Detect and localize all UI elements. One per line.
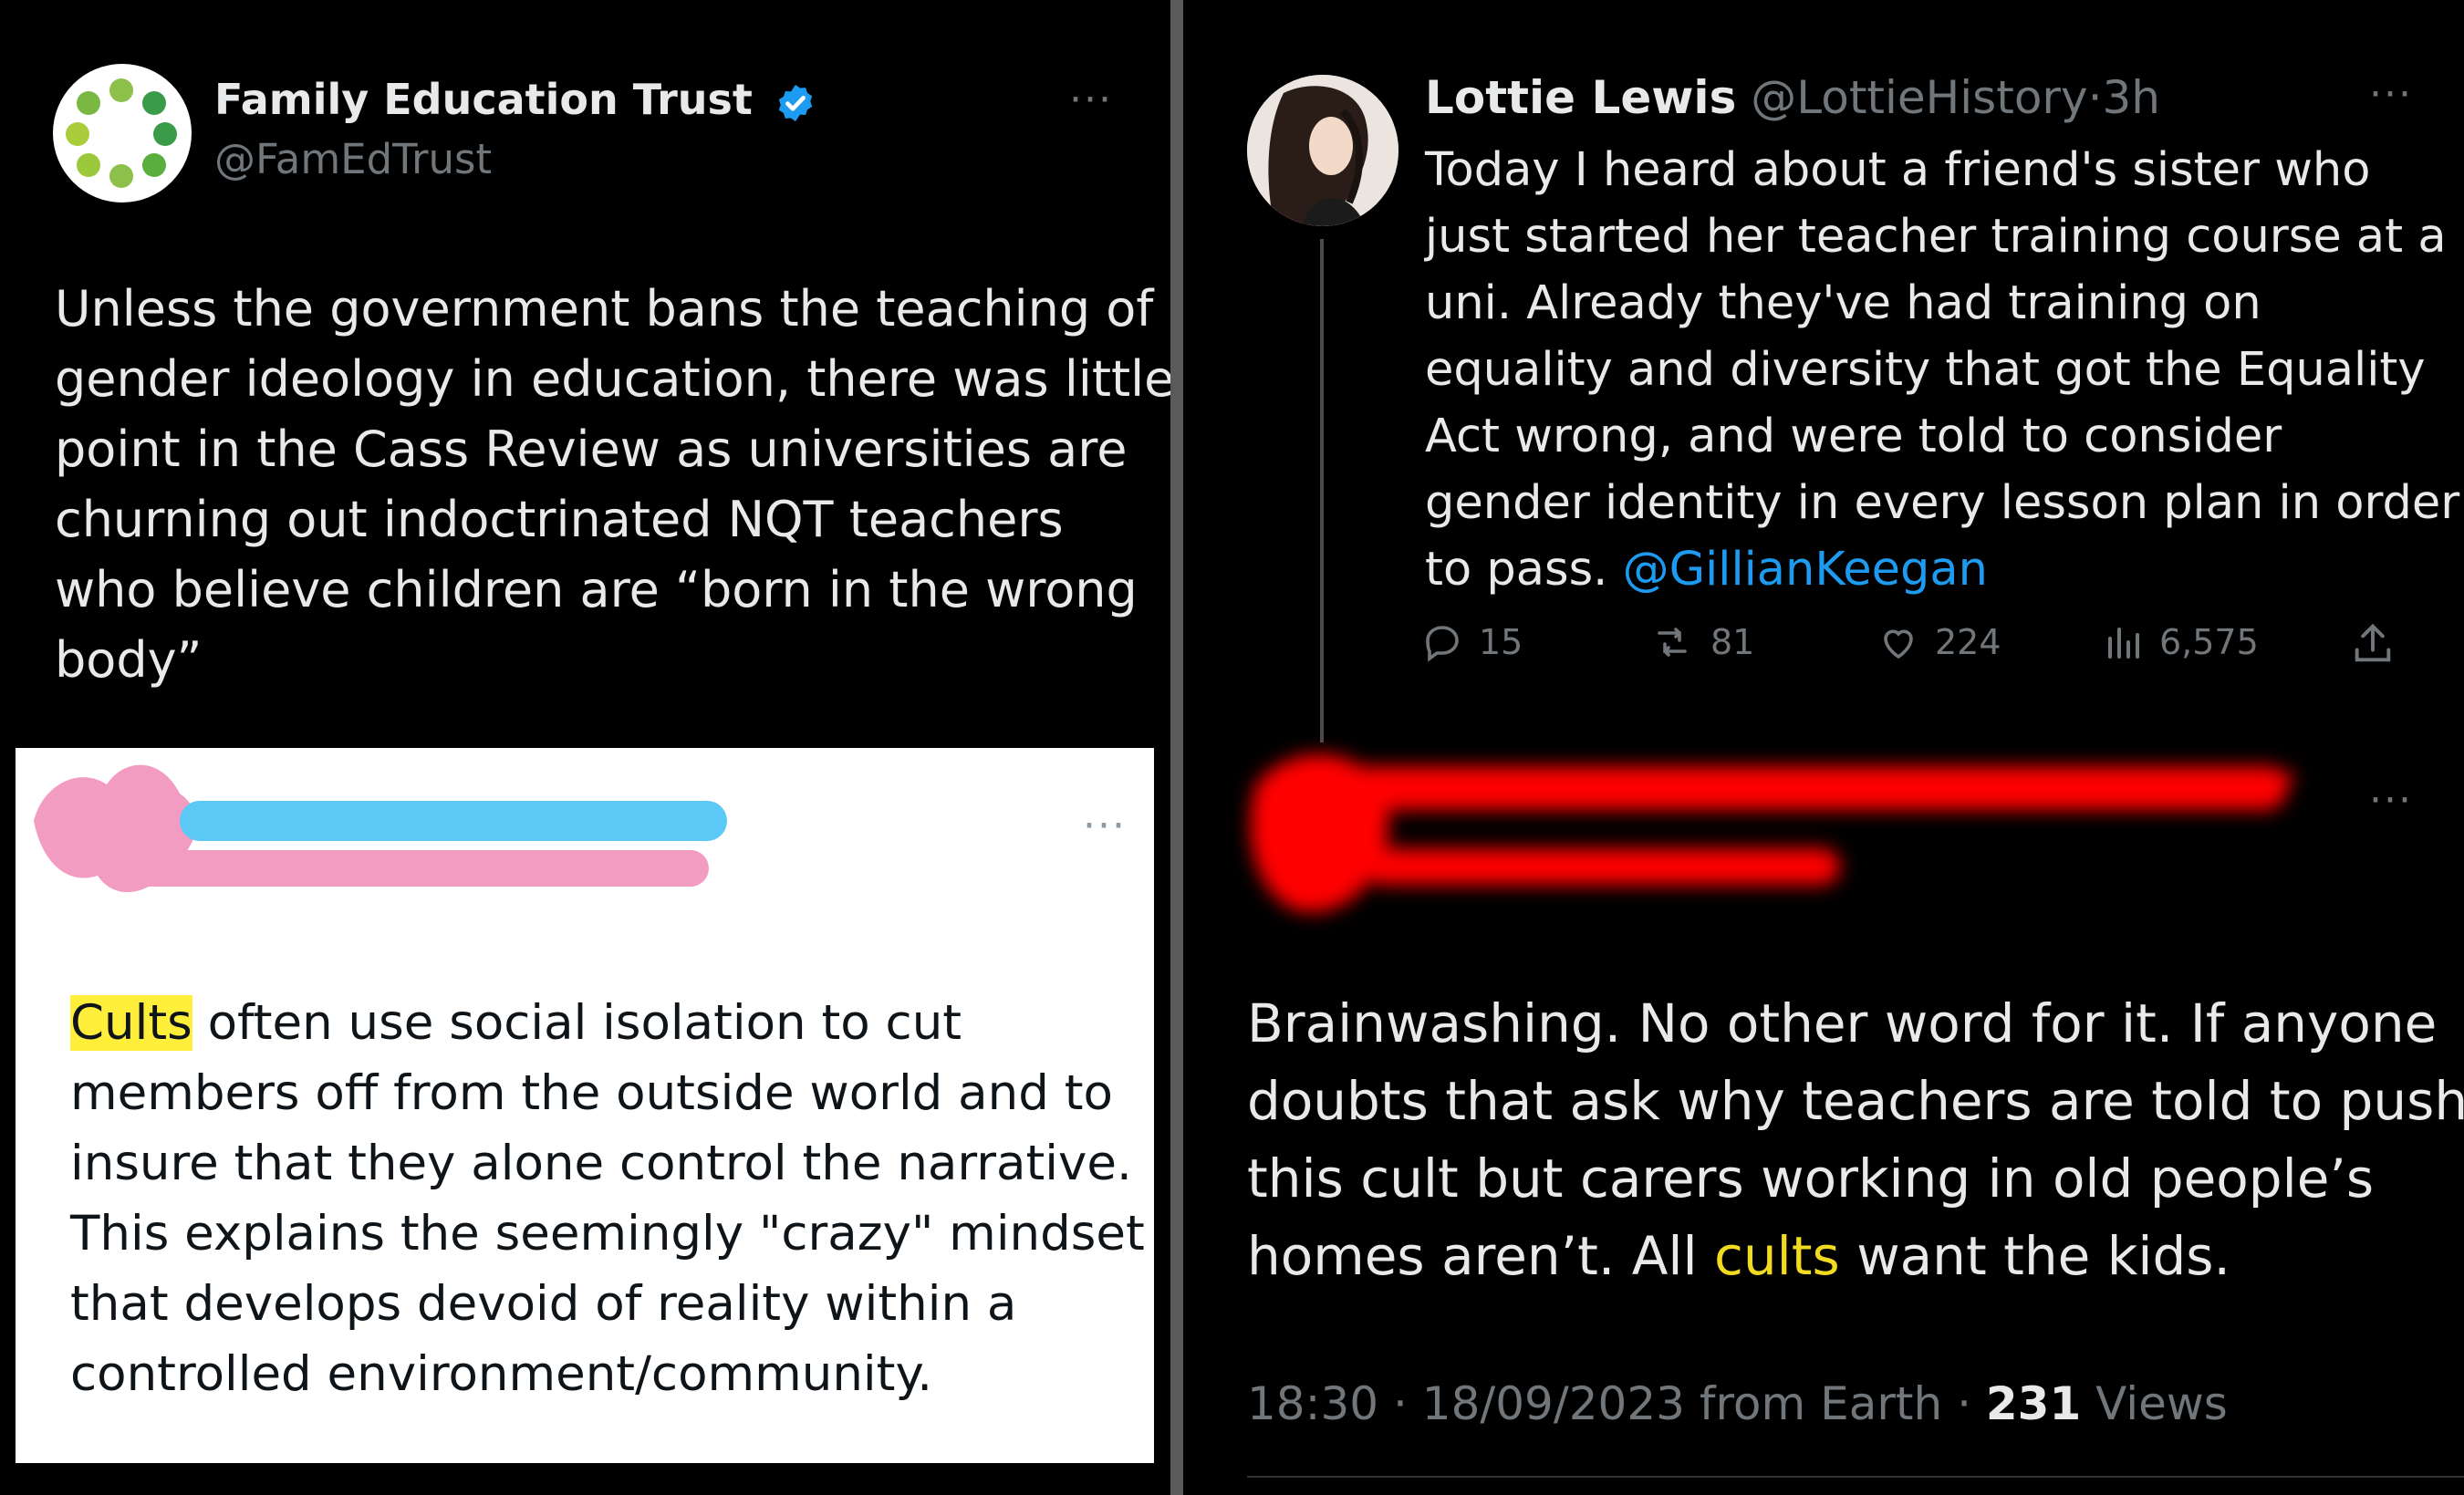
- share-button[interactable]: [2349, 620, 2396, 668]
- view-count: 6,575: [2159, 622, 2259, 662]
- quoted-line: insure that they alone control the narra…: [70, 1136, 1132, 1191]
- logo-dot: [77, 153, 100, 177]
- scribbled-avatar-redaction: [34, 764, 727, 893]
- tweet-line: point in the Cass Review as universities…: [55, 420, 1128, 478]
- reply-line-suffix: want the kids.: [1839, 1225, 2230, 1287]
- like-count: 224: [1935, 622, 2001, 662]
- tweet-line: who believe children are “born in the wr…: [55, 561, 1138, 618]
- reply-button[interactable]: 15: [1419, 620, 1523, 664]
- reply-body: Brainwashing. No other word for it. If a…: [1247, 985, 2464, 1295]
- author-name-text: Family Education Trust: [214, 75, 753, 124]
- views-label: Views: [2081, 1377, 2228, 1430]
- author-name[interactable]: Family Education Trust: [214, 75, 816, 124]
- reply-line: this cult but carers working in old peop…: [1247, 1147, 2375, 1209]
- logo-dot: [153, 122, 177, 146]
- quoted-line: controlled environment/community.: [70, 1346, 933, 1402]
- tweet-line: churning out indoctrinated NQT teachers: [55, 491, 1064, 548]
- quoted-line-rest: often use social isolation to cut: [192, 995, 962, 1051]
- portrait-illustration-icon: [1247, 75, 1398, 226]
- verified-badge-icon: [778, 84, 813, 121]
- tweet-line: body”: [55, 631, 203, 689]
- tweet-body: Unless the government bans the teaching …: [55, 274, 1170, 695]
- share-icon: [2355, 623, 2391, 662]
- lottie-lewis-avatar[interactable]: [1247, 75, 1398, 226]
- tweet-line: Act wrong, and were told to consider: [1425, 410, 2282, 463]
- panel-divider: [1170, 0, 1183, 1495]
- quoted-line: that develops devoid of reality within a: [70, 1276, 1017, 1332]
- footer-divider: [1247, 1476, 2464, 1478]
- tweet-line-prefix: to pass.: [1425, 543, 1623, 597]
- more-options-icon[interactable]: ···: [1083, 803, 1127, 849]
- author-handle[interactable]: @FamEdTrust: [214, 135, 492, 183]
- quoted-text: Cults often use social isolation to cut …: [70, 988, 1145, 1409]
- tweet-line: gender ideology in education, there was …: [55, 350, 1170, 408]
- logo-dot: [142, 153, 166, 177]
- tweet-footer-meta: 18:30 · 18/09/2023 from Earth · 231 View…: [1247, 1377, 2228, 1430]
- logo-dot: [142, 91, 166, 115]
- author-handle[interactable]: @LottieHistory: [1751, 71, 2087, 124]
- views-count: 231: [1985, 1377, 2082, 1430]
- retweet-button[interactable]: 81: [1647, 620, 1754, 664]
- highlighted-word: cults: [1714, 1225, 1840, 1287]
- highlighted-word: Cults: [70, 995, 192, 1051]
- quoted-line: Cults often use social isolation to cut: [70, 988, 1145, 1058]
- tweet-time[interactable]: 3h: [2102, 71, 2160, 124]
- more-options-icon[interactable]: ···: [2369, 777, 2413, 824]
- heart-icon: [1884, 629, 1913, 659]
- quoted-line: members off from the outside world and t…: [70, 1065, 1113, 1121]
- left-screenshot: Family Education Trust @FamEdTrust ··· U…: [0, 0, 1170, 1495]
- logo-dot: [109, 164, 133, 188]
- tweet-line: Today I heard about a friend's sister wh…: [1425, 143, 2371, 197]
- views-button[interactable]: 6,575: [2103, 620, 2259, 664]
- logo-dot: [109, 78, 133, 102]
- family-education-trust-avatar[interactable]: [53, 64, 192, 202]
- tweet-line: gender identity in every lesson plan in …: [1425, 476, 2460, 530]
- reply-line-prefix: homes aren’t. All: [1247, 1225, 1715, 1287]
- mention-link[interactable]: @GillianKeegan: [1623, 543, 1988, 597]
- thread-connector-line: [1320, 239, 1324, 742]
- tweet-actions: 15 81 224 6,575: [1419, 620, 2464, 675]
- tweet-line: equality and diversity that got the Equa…: [1425, 343, 2426, 397]
- separator-dot: ·: [2087, 71, 2103, 124]
- author-name[interactable]: Lottie Lewis: [1425, 71, 1736, 124]
- quoted-line: This explains the seemingly "crazy" mind…: [70, 1206, 1145, 1261]
- reply-line: homes aren’t. All cults want the kids.: [1247, 1218, 2464, 1295]
- more-options-icon[interactable]: ···: [1069, 77, 1113, 123]
- tweet-body: Today I heard about a friend's sister wh…: [1425, 137, 2459, 603]
- reply-count: 15: [1479, 622, 1523, 662]
- author-header: Lottie Lewis @LottieHistory·3h: [1425, 71, 2160, 124]
- tweet-line: to pass. @GillianKeegan: [1425, 536, 2459, 603]
- reply-line: doubts that ask why teachers are told to…: [1247, 1070, 2464, 1132]
- analytics-icon: [2108, 628, 2139, 659]
- quoted-screenshot-card: ··· Cults often use social isolation to …: [16, 748, 1154, 1463]
- retweet-icon: [1658, 628, 1687, 657]
- logo-dot: [66, 122, 89, 146]
- tweet-line: just started her teacher training course…: [1425, 210, 2447, 264]
- tweet-line: Unless the government bans the teaching …: [55, 280, 1154, 337]
- right-screenshot: Lottie Lewis @LottieHistory·3h ··· Today…: [1183, 0, 2464, 1495]
- red-redaction-scribble: [1250, 754, 2296, 912]
- reply-icon: [1426, 626, 1459, 662]
- more-options-icon[interactable]: ···: [2369, 71, 2413, 118]
- like-button[interactable]: 224: [1875, 620, 2001, 664]
- logo-dot: [77, 91, 100, 115]
- reply-line: Brainwashing. No other word for it. If a…: [1247, 992, 2438, 1054]
- retweet-count: 81: [1710, 622, 1755, 662]
- timestamp-source[interactable]: 18:30 · 18/09/2023 from Earth ·: [1247, 1377, 1986, 1430]
- tweet-line: uni. Already they've had training on: [1425, 276, 2261, 330]
